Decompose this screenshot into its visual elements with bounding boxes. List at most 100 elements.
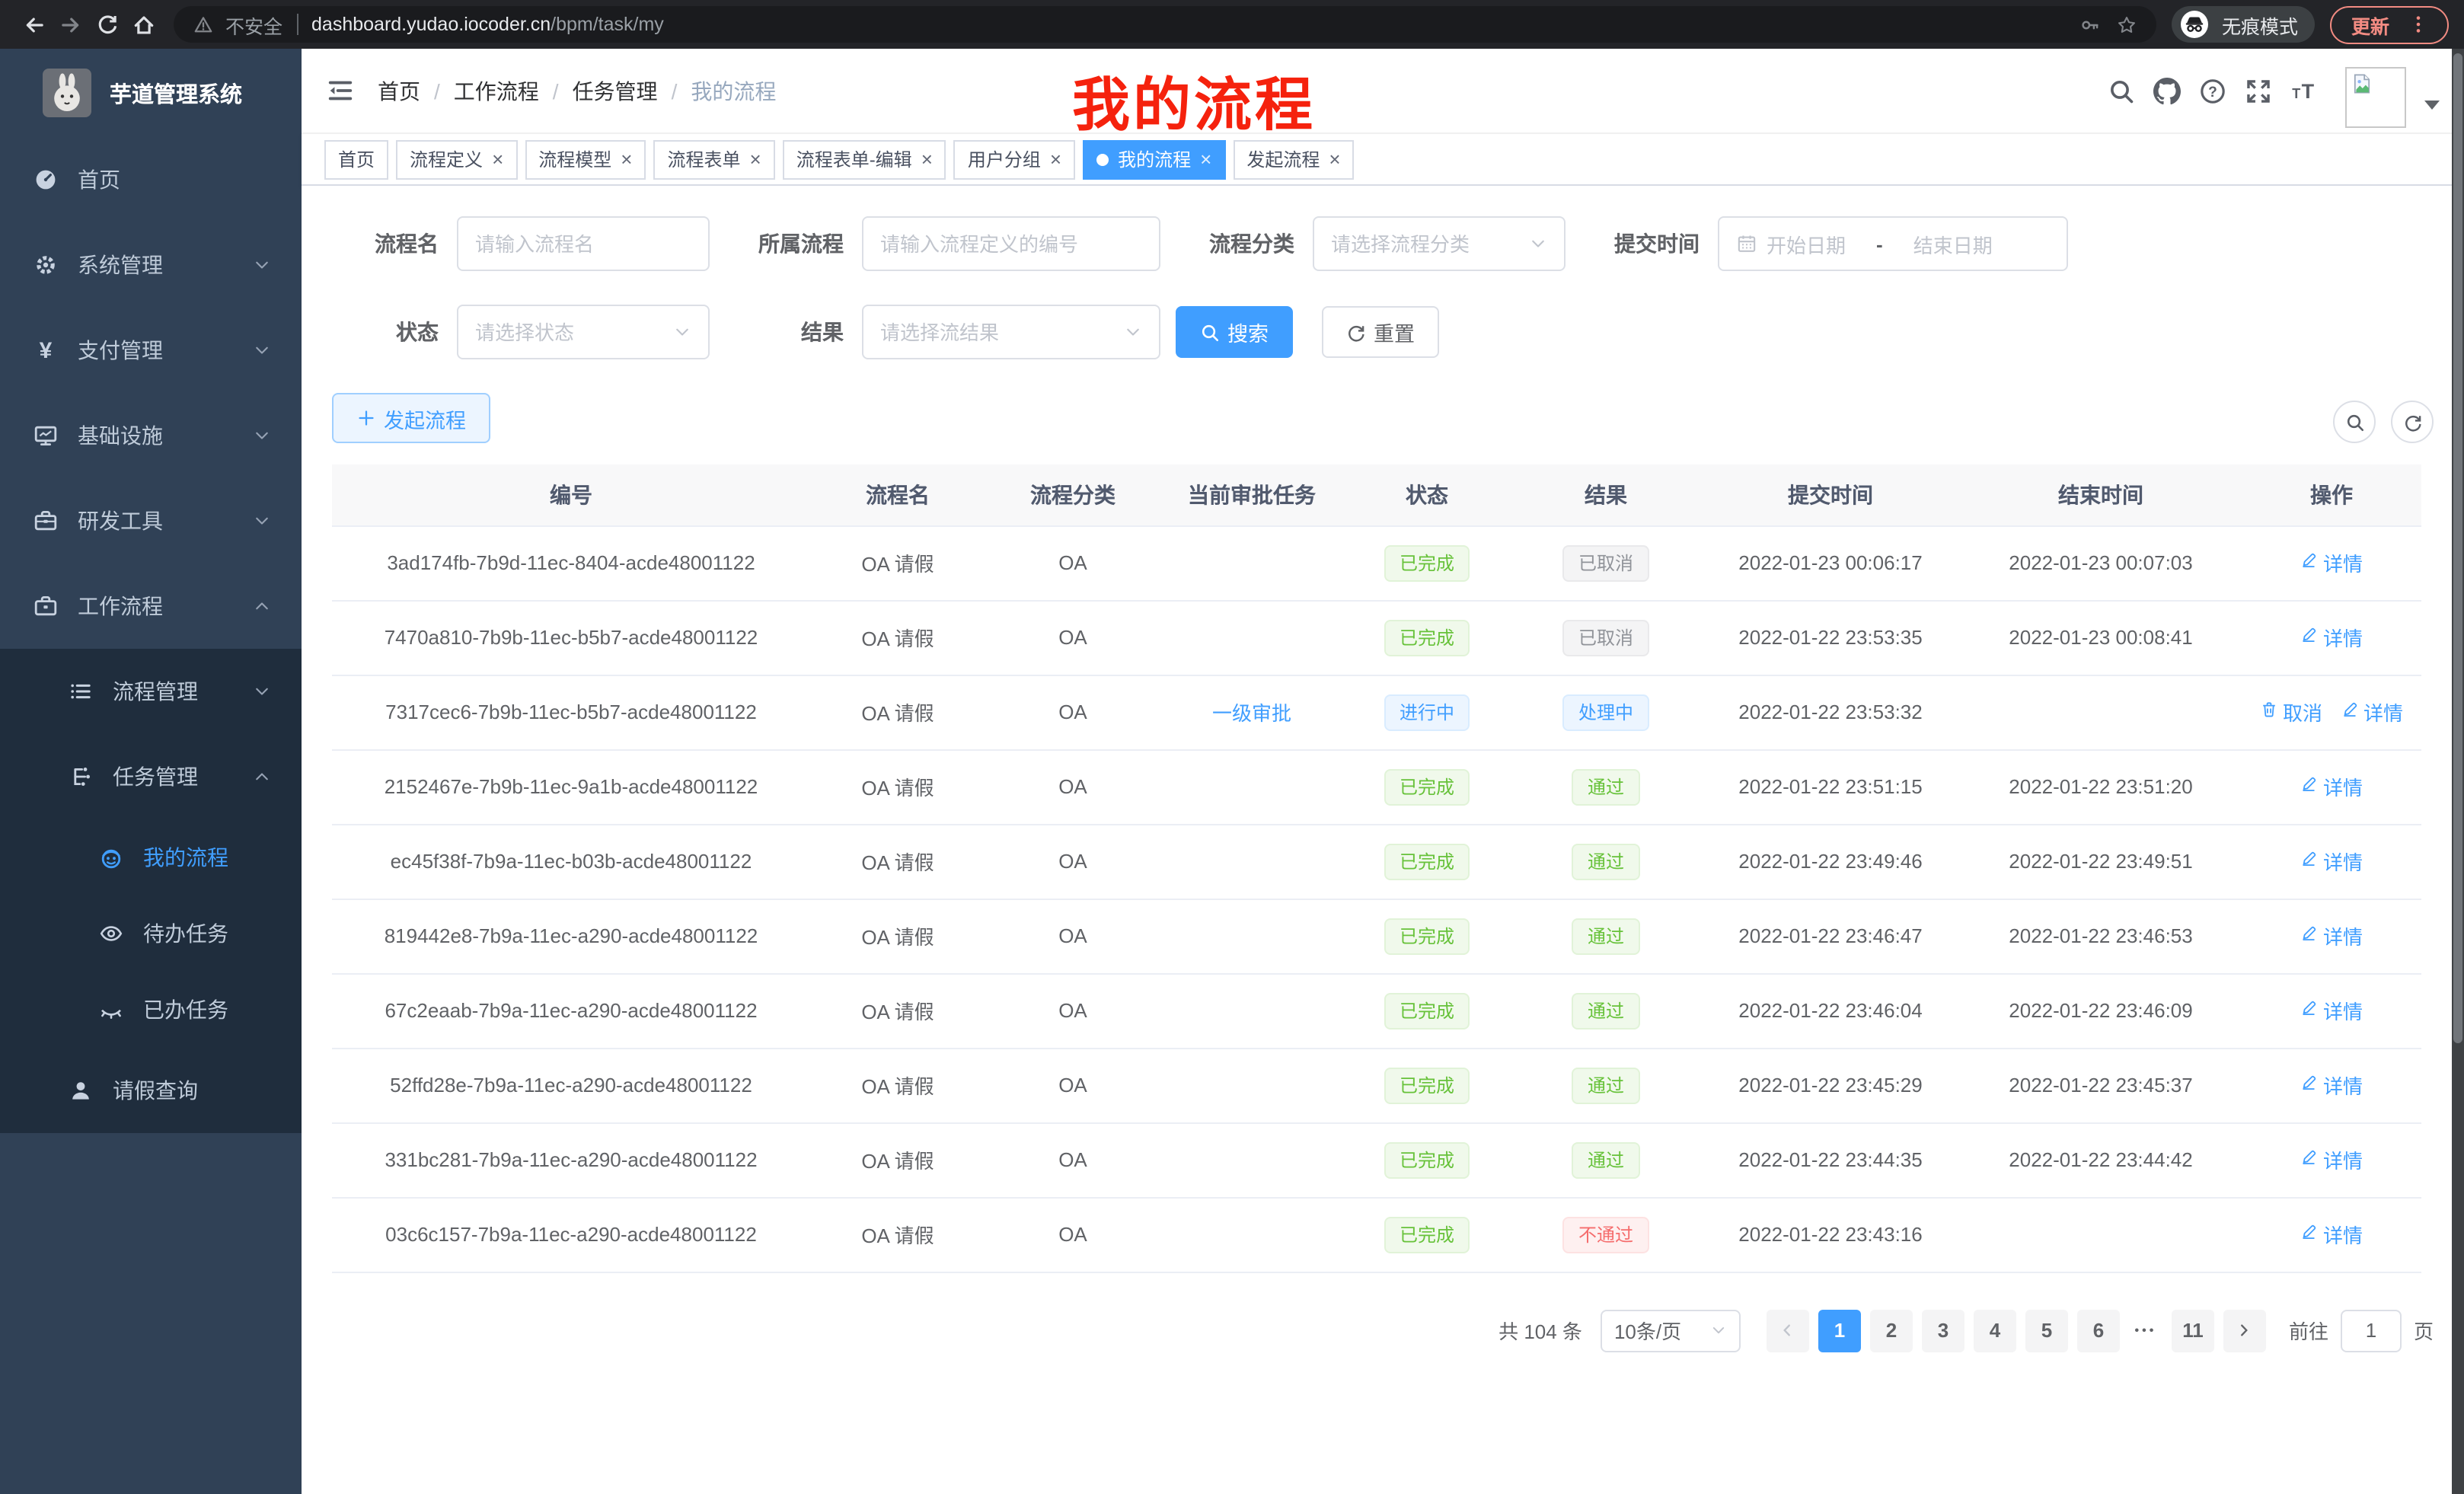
close-icon[interactable]: ×	[1050, 150, 1061, 168]
category-select[interactable]	[1313, 216, 1566, 271]
detail-link[interactable]: 详情	[2300, 548, 2363, 577]
avatar[interactable]	[2345, 66, 2406, 127]
close-icon[interactable]: ×	[621, 150, 632, 168]
sidebar-item-已办任务[interactable]: 已办任务	[0, 972, 302, 1048]
sidebar-item-我的流程[interactable]: 我的流程	[0, 819, 302, 895]
reset-button[interactable]: 重置	[1322, 306, 1439, 358]
action-label: 详情	[2323, 1071, 2363, 1100]
detail-link[interactable]: 详情	[2300, 1145, 2363, 1174]
back-icon[interactable]	[15, 6, 52, 43]
process-id-input[interactable]	[880, 232, 1142, 255]
edit-icon	[2300, 850, 2319, 873]
goto-page-input[interactable]	[2341, 1309, 2402, 1352]
home-icon[interactable]	[125, 6, 161, 43]
prev-page-button[interactable]	[1767, 1309, 1809, 1352]
page-button-1[interactable]: 1	[1818, 1309, 1861, 1352]
forward-icon[interactable]	[52, 6, 88, 43]
status-select[interactable]	[457, 305, 710, 359]
result-select[interactable]	[862, 305, 1160, 359]
page-button-4[interactable]: 4	[1974, 1309, 2016, 1352]
create-process-button[interactable]: 发起流程	[332, 393, 490, 443]
close-icon[interactable]: ×	[921, 150, 933, 168]
tab-发起流程[interactable]: 发起流程×	[1233, 139, 1354, 179]
tab-我的流程[interactable]: 我的流程×	[1083, 139, 1225, 179]
sidebar-item-待办任务[interactable]: 待办任务	[0, 895, 302, 972]
tab-流程模型[interactable]: 流程模型×	[525, 139, 646, 179]
not-secure-icon[interactable]	[189, 11, 216, 38]
close-icon[interactable]: ×	[492, 150, 503, 168]
cell-end-time: 2022-01-22 23:46:53	[1960, 899, 2242, 973]
window-scrollbar[interactable]	[2452, 49, 2464, 1494]
tab-首页[interactable]: 首页	[324, 139, 388, 179]
password-key-icon[interactable]	[2077, 11, 2105, 38]
help-icon[interactable]: ?	[2199, 77, 2226, 104]
tab-流程表单[interactable]: 流程表单×	[653, 139, 774, 179]
sidebar-item-基础设施[interactable]: 基础设施	[0, 393, 302, 478]
sidebar-item-任务管理[interactable]: 任务管理	[0, 734, 302, 819]
cell-submit-time: 2022-01-22 23:51:15	[1701, 749, 1960, 824]
caret-down-icon[interactable]	[2424, 100, 2440, 109]
breadcrumb-item[interactable]: 任务管理	[573, 75, 658, 106]
page-button-3[interactable]: 3	[1922, 1309, 1964, 1352]
detail-link[interactable]: 详情	[2300, 1220, 2363, 1249]
status-badge: 已完成	[1384, 1141, 1470, 1178]
next-page-button[interactable]	[2223, 1309, 2266, 1352]
url-bar[interactable]: 不安全 dashboard.yudao.iocoder.cn/bpm/task/…	[174, 6, 2156, 43]
page-button-2[interactable]: 2	[1870, 1309, 1913, 1352]
task-link[interactable]: 一级审批	[1212, 702, 1291, 725]
close-icon[interactable]: ×	[1329, 150, 1340, 168]
page-button-6[interactable]: 6	[2077, 1309, 2120, 1352]
logo[interactable]: 芋道管理系统	[0, 49, 302, 137]
github-icon[interactable]	[2153, 77, 2181, 104]
close-icon[interactable]: ×	[1200, 150, 1211, 168]
status-select-input[interactable]	[475, 321, 664, 343]
tab-流程定义[interactable]: 流程定义×	[396, 139, 517, 179]
detail-link[interactable]: 详情	[2341, 698, 2403, 726]
tab-用户分组[interactable]: 用户分组×	[954, 139, 1075, 179]
toggle-search-button[interactable]	[2333, 401, 2376, 443]
process-name-input[interactable]	[475, 232, 691, 255]
breadcrumb-item[interactable]: 工作流程	[454, 75, 539, 106]
category-select-input[interactable]	[1331, 232, 1520, 255]
page-button-5[interactable]: 5	[2025, 1309, 2068, 1352]
refresh-table-button[interactable]	[2391, 401, 2434, 443]
detail-link[interactable]: 详情	[2300, 847, 2363, 876]
cell-category: OA	[985, 1197, 1160, 1272]
chevron-down-icon	[1124, 323, 1142, 341]
reload-icon[interactable]	[88, 6, 125, 43]
pager-ellipsis[interactable]: •••	[2124, 1323, 2167, 1337]
search-button[interactable]: 搜索	[1176, 306, 1293, 358]
sidebar-item-系统管理[interactable]: 系统管理	[0, 222, 302, 308]
fullscreen-icon[interactable]	[2245, 77, 2272, 104]
sidebar-item-流程管理[interactable]: 流程管理	[0, 649, 302, 734]
sidebar-item-支付管理[interactable]: ¥支付管理	[0, 308, 302, 393]
detail-link[interactable]: 详情	[2300, 921, 2363, 950]
detail-link[interactable]: 详情	[2300, 772, 2363, 801]
close-icon[interactable]: ×	[750, 150, 761, 168]
sidebar-collapse-icon[interactable]	[326, 76, 355, 105]
page-button-11[interactable]: 11	[2172, 1309, 2214, 1352]
header-search-icon[interactable]	[2108, 77, 2135, 104]
font-size-icon[interactable]: TT	[2290, 77, 2318, 104]
incognito-badge: 无痕模式	[2172, 6, 2315, 43]
detail-link[interactable]: 详情	[2300, 623, 2363, 652]
sidebar-item-请假查询[interactable]: 请假查询	[0, 1048, 302, 1133]
cell-task	[1160, 600, 1343, 675]
browser-update-button[interactable]: 更新	[2330, 5, 2449, 43]
sidebar-item-首页[interactable]: 首页	[0, 137, 302, 222]
cancel-link[interactable]: 取消	[2260, 698, 2322, 726]
detail-link[interactable]: 详情	[2300, 1071, 2363, 1100]
tab-流程表单-编辑[interactable]: 流程表单-编辑×	[783, 139, 946, 179]
page-size-select[interactable]: 10条/页	[1601, 1309, 1741, 1352]
sidebar-item-工作流程[interactable]: 工作流程	[0, 563, 302, 649]
scrollbar-thumb[interactable]	[2453, 53, 2462, 1043]
bookmark-star-icon[interactable]	[2114, 11, 2141, 38]
detail-link[interactable]: 详情	[2300, 996, 2363, 1025]
browser-menu-icon[interactable]	[2400, 6, 2437, 43]
date-range-picker[interactable]: 开始日期 - 结束日期	[1718, 216, 2068, 271]
breadcrumb-item[interactable]: 首页	[378, 75, 420, 106]
cell-submit-time: 2022-01-22 23:46:04	[1701, 973, 1960, 1048]
sidebar-item-研发工具[interactable]: 研发工具	[0, 478, 302, 563]
column-header: 流程分类	[985, 464, 1160, 525]
result-select-input[interactable]	[880, 321, 1115, 343]
